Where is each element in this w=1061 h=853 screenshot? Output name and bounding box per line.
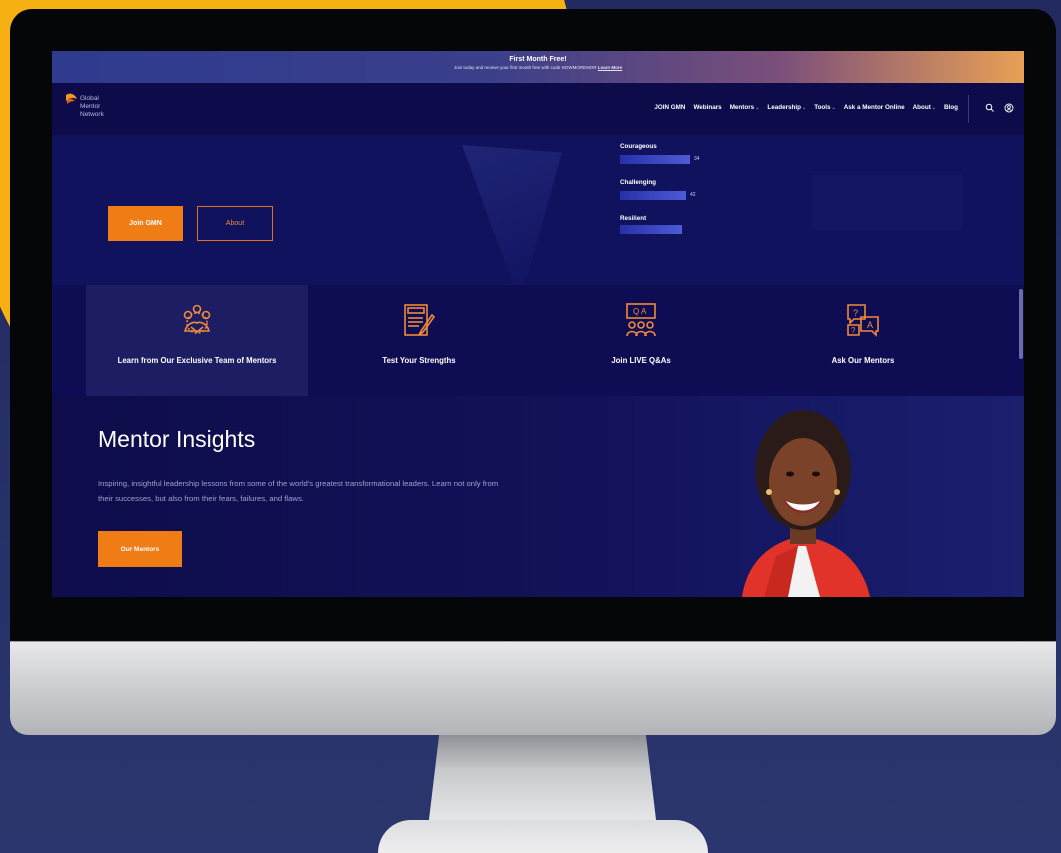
qa-icon: Q A xyxy=(626,303,656,337)
chevron-down-icon: ⌄ xyxy=(755,105,760,111)
promo-banner: First Month Free! Join today and receive… xyxy=(52,51,1024,83)
promo-learn-more-link[interactable]: Learn More xyxy=(598,65,622,70)
svg-text:A: A xyxy=(867,320,873,330)
nav-tools[interactable]: Tools⌄ xyxy=(814,104,836,111)
chevron-down-icon: ⌄ xyxy=(801,105,807,111)
trait-bar-fill xyxy=(620,225,683,234)
nav-join-gmn[interactable]: JOIN GMN xyxy=(654,104,685,111)
join-gmn-button[interactable]: Join GMN xyxy=(108,206,183,241)
nav-mentors[interactable]: Mentors⌄ xyxy=(730,104,760,111)
scrollbar-thumb[interactable] xyxy=(1019,289,1023,359)
trait-label: Resilient xyxy=(620,215,647,222)
trait-bars: Courageous 34 Challenging 42 Resilient xyxy=(620,135,740,235)
trait-label: Courageous xyxy=(620,143,657,150)
trait-value: 42 xyxy=(690,192,696,198)
mentor-insights-section: Mentor Insights Inspiring, insightful le… xyxy=(52,396,1024,597)
question-chat-icon: ? A ? xyxy=(847,304,879,337)
section-description: Inspiring, insightful leadership lessons… xyxy=(98,479,499,503)
hero-section: Join GMN About Courageous 34 Challenging… xyxy=(52,135,1024,295)
svg-text:?: ? xyxy=(853,308,858,318)
test-icon xyxy=(404,304,436,336)
feature-ask-mentors[interactable]: ? A ? Ask Our Mentors xyxy=(752,285,974,396)
svg-text:Q A: Q A xyxy=(633,307,647,316)
monitor-chin xyxy=(10,641,1056,735)
logo-text: Global Mentor Network xyxy=(80,95,104,118)
feature-label: Ask Our Mentors xyxy=(831,356,895,365)
svg-text:?: ? xyxy=(851,326,856,335)
our-mentors-button[interactable]: Our Mentors xyxy=(98,531,182,567)
about-button[interactable]: About xyxy=(197,206,273,241)
nav-leadership[interactable]: Leadership⌄ xyxy=(767,104,806,111)
features-row: Learn from Our Exclusive Team of Mentors… xyxy=(52,285,1024,396)
trait-bar: 34 xyxy=(620,155,710,164)
feature-mentors-team[interactable]: Learn from Our Exclusive Team of Mentors xyxy=(86,285,308,396)
feature-label: Join LIVE Q&As xyxy=(611,356,671,365)
feature-test-strengths[interactable]: Test Your Strengths xyxy=(308,285,530,396)
trait-value: 34 xyxy=(694,156,700,162)
trait-bar-fill xyxy=(620,155,691,164)
nav-ask-mentor-online[interactable]: Ask a Mentor Online xyxy=(844,104,905,111)
site-logo[interactable]: Global Mentor Network xyxy=(64,92,134,128)
team-icon xyxy=(183,304,211,334)
main-navbar: Global Mentor Network JOIN GMN Webinars … xyxy=(52,83,1024,135)
promo-title: First Month Free! xyxy=(509,56,567,63)
user-icon[interactable] xyxy=(1004,103,1014,113)
nav-webinars[interactable]: Webinars xyxy=(693,104,721,111)
monitor-foot xyxy=(378,820,708,853)
section-title: Mentor Insights xyxy=(98,426,256,452)
feature-label: Learn from Our Exclusive Team of Mentors xyxy=(117,356,277,365)
trait-bar xyxy=(620,225,740,234)
logo-icon xyxy=(66,93,77,104)
trait-bar: 42 xyxy=(620,191,710,200)
promo-subtitle: Join today and receive your first month … xyxy=(52,65,1024,70)
feature-label: Test Your Strengths xyxy=(382,356,456,365)
mentor-portrait xyxy=(742,410,870,597)
nav-menu: JOIN GMN Webinars Mentors⌄ Leadership⌄ T… xyxy=(654,104,958,111)
search-icon[interactable] xyxy=(985,103,995,113)
nav-divider xyxy=(968,95,969,123)
nav-blog[interactable]: Blog xyxy=(944,104,958,111)
website-screen: First Month Free! Join today and receive… xyxy=(52,51,1024,597)
chevron-down-icon: ⌄ xyxy=(831,105,836,111)
chevron-down-icon: ⌄ xyxy=(931,105,936,111)
feature-live-qa[interactable]: Q A Join LIVE Q&As xyxy=(530,285,752,396)
nav-about[interactable]: About⌄ xyxy=(913,104,936,111)
promo-subtitle-text: Join today and receive your first month … xyxy=(453,65,597,70)
hero-decoration xyxy=(462,145,562,295)
hero-ghost-card xyxy=(812,175,962,230)
trait-bar-fill xyxy=(620,191,686,200)
trait-label: Challenging xyxy=(620,179,657,186)
